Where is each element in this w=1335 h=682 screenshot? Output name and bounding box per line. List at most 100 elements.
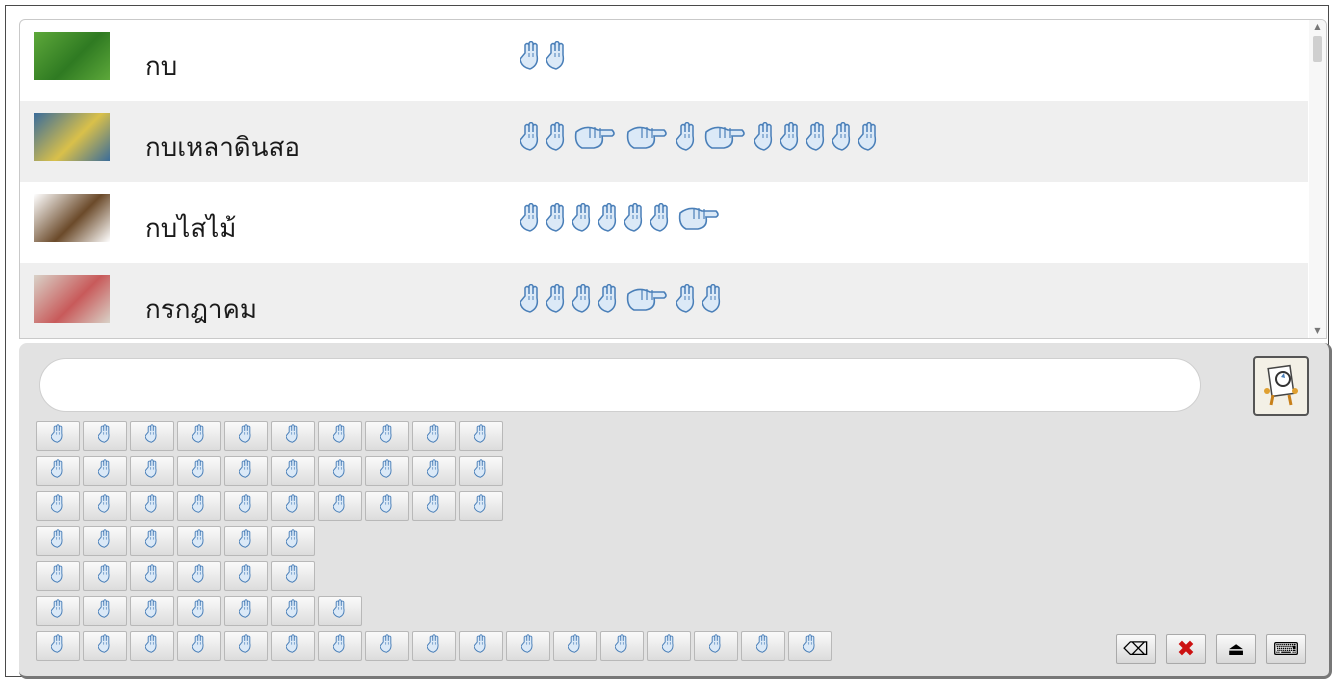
handshape-key[interactable] (271, 456, 315, 486)
handshape-icon (755, 634, 770, 658)
scroll-thumb[interactable] (1313, 36, 1322, 62)
handshape-key[interactable] (83, 631, 127, 661)
list-scrollbar[interactable]: ▲ ▼ (1309, 20, 1326, 338)
handshape-key[interactable] (271, 421, 315, 451)
handshape-key[interactable] (130, 421, 174, 451)
handshape-key[interactable] (412, 456, 456, 486)
handshape-key[interactable] (788, 631, 832, 661)
handshape-icon (285, 424, 300, 448)
handshape-key[interactable] (365, 456, 409, 486)
handshape-key[interactable] (271, 561, 315, 591)
handshape-key[interactable] (177, 596, 221, 626)
handshape-key[interactable] (224, 631, 268, 661)
handshape-icon (144, 424, 159, 448)
handshape-key[interactable] (459, 421, 503, 451)
handshape-key[interactable] (36, 421, 80, 451)
handshape-key[interactable] (83, 456, 127, 486)
handshape-icon (649, 202, 672, 233)
handshape-key[interactable] (130, 491, 174, 521)
handshape-key[interactable] (365, 421, 409, 451)
handshape-key[interactable] (741, 631, 785, 661)
handshape-key[interactable] (224, 421, 268, 451)
handshape-icon (191, 599, 206, 623)
handshape-key[interactable] (318, 631, 362, 661)
handshape-icon (805, 121, 828, 152)
handshape-icon (379, 634, 394, 658)
handshape-key[interactable] (271, 491, 315, 521)
handshape-key[interactable] (224, 561, 268, 591)
handshape-key[interactable] (647, 631, 691, 661)
keyboard-button[interactable]: ⌨ (1266, 634, 1306, 664)
handshape-icon (779, 121, 802, 152)
handshape-key[interactable] (694, 631, 738, 661)
handshape-key[interactable] (130, 456, 174, 486)
handshape-key[interactable] (36, 631, 80, 661)
handshape-key[interactable] (506, 631, 550, 661)
handshape-key[interactable] (553, 631, 597, 661)
handshape-key[interactable] (224, 526, 268, 556)
handshape-key[interactable] (412, 631, 456, 661)
handshape-icon (97, 529, 112, 553)
handshape-key[interactable] (271, 596, 315, 626)
clear-button[interactable]: ✖ (1166, 634, 1206, 664)
fingerspelling-signs (519, 196, 724, 240)
handshape-key[interactable] (83, 421, 127, 451)
handshape-key[interactable] (177, 526, 221, 556)
handshape-key[interactable] (600, 631, 644, 661)
handshape-icon (50, 564, 65, 588)
list-item[interactable]: กบไสไม้ (20, 182, 1308, 263)
handshape-icon (519, 202, 542, 233)
handshape-key[interactable] (83, 596, 127, 626)
handshape-key[interactable] (271, 631, 315, 661)
handshape-icon (191, 424, 206, 448)
handshape-key[interactable] (177, 491, 221, 521)
handshape-key[interactable] (83, 526, 127, 556)
handshape-key[interactable] (271, 526, 315, 556)
backspace-button[interactable]: ⌫ (1116, 634, 1156, 664)
handshape-key[interactable] (365, 631, 409, 661)
handshape-key[interactable] (36, 491, 80, 521)
eject-button[interactable]: ⏏ (1216, 634, 1256, 664)
handshape-icon (624, 122, 672, 152)
handshape-key[interactable] (177, 631, 221, 661)
list-item[interactable]: กบ (20, 20, 1308, 101)
handshape-key[interactable] (36, 561, 80, 591)
search-input[interactable] (39, 358, 1201, 412)
handshape-key[interactable] (459, 491, 503, 521)
backspace-icon: ⌫ (1123, 638, 1149, 660)
handshape-key[interactable] (318, 421, 362, 451)
handshape-key[interactable] (130, 561, 174, 591)
handshape-icon (567, 634, 582, 658)
handshape-key[interactable] (36, 526, 80, 556)
handshape-key[interactable] (83, 561, 127, 591)
handshape-key[interactable] (177, 456, 221, 486)
scroll-down-icon[interactable]: ▼ (1309, 324, 1326, 338)
keyboard-row (36, 491, 503, 521)
list-item[interactable]: กรกฎาคม (20, 263, 1308, 338)
handshape-key[interactable] (318, 596, 362, 626)
handshape-key[interactable] (318, 491, 362, 521)
handshape-key[interactable] (318, 456, 362, 486)
handshape-key[interactable] (177, 421, 221, 451)
handshape-key[interactable] (177, 561, 221, 591)
scroll-up-icon[interactable]: ▲ (1309, 20, 1326, 34)
list-item[interactable]: กบเหลาดินสอ (20, 101, 1308, 182)
handshape-key[interactable] (130, 631, 174, 661)
handshape-key[interactable] (224, 491, 268, 521)
handshape-key[interactable] (130, 596, 174, 626)
handshape-key[interactable] (459, 631, 503, 661)
keyboard-row (36, 421, 503, 451)
search-button[interactable] (1253, 356, 1309, 416)
handshape-key[interactable] (412, 421, 456, 451)
handshape-key[interactable] (36, 456, 80, 486)
entry-word: กบเหลาดินสอ (145, 133, 300, 163)
handshape-key[interactable] (365, 491, 409, 521)
handshape-key[interactable] (83, 491, 127, 521)
handshape-key[interactable] (412, 491, 456, 521)
handshape-key[interactable] (459, 456, 503, 486)
handshape-key[interactable] (224, 596, 268, 626)
handshape-key[interactable] (130, 526, 174, 556)
handshape-key[interactable] (224, 456, 268, 486)
handshape-icon (285, 459, 300, 483)
handshape-key[interactable] (36, 596, 80, 626)
